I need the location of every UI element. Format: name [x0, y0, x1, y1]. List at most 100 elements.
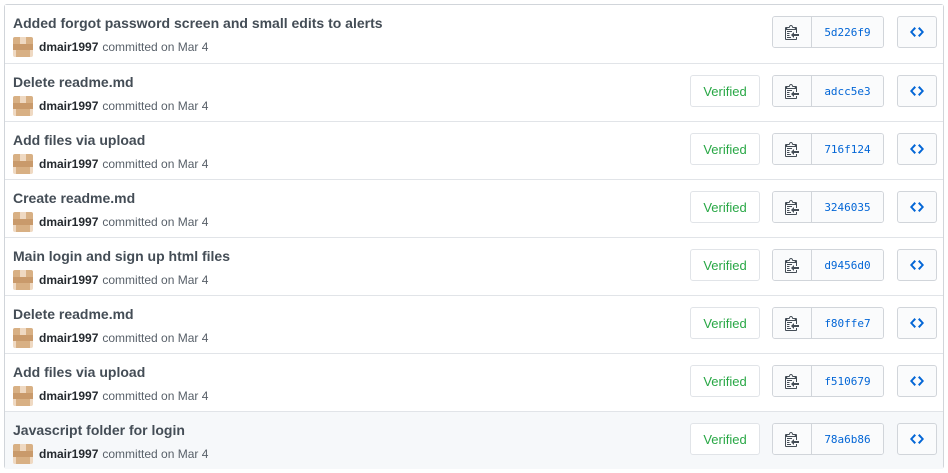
- sha-button-group: f80ffe7: [772, 307, 884, 339]
- browse-repo-button[interactable]: [897, 307, 937, 339]
- author-avatar[interactable]: [13, 328, 33, 348]
- author-avatar[interactable]: [13, 154, 33, 174]
- code-icon: [910, 144, 924, 154]
- author-avatar[interactable]: [13, 444, 33, 464]
- commit-message-link[interactable]: Delete readme.md: [13, 74, 134, 90]
- clippy-icon: [785, 142, 799, 157]
- commit-message-link[interactable]: Javascript folder for login: [13, 422, 185, 438]
- code-icon: [910, 376, 924, 386]
- commit-meta: dmair1997 committed on Mar 4: [13, 154, 208, 174]
- sha-button-group: adcc5e3: [772, 75, 884, 107]
- clippy-icon: [785, 258, 799, 273]
- author-link[interactable]: dmair1997: [39, 331, 98, 345]
- author-link[interactable]: dmair1997: [39, 99, 98, 113]
- commit-row: Delete readme.md dmair1997 committed on …: [5, 63, 943, 121]
- commit-meta: dmair1997 committed on Mar 4: [13, 444, 208, 464]
- commit-row: Main login and sign up html files dmair1…: [5, 237, 943, 295]
- commit-meta: dmair1997 committed on Mar 4: [13, 96, 208, 116]
- code-icon: [910, 260, 924, 270]
- author-link[interactable]: dmair1997: [39, 40, 98, 54]
- commit-sha-link[interactable]: f510679: [812, 366, 883, 396]
- commit-date: committed on Mar 4: [102, 40, 209, 54]
- commit-message-link[interactable]: Add files via upload: [13, 132, 145, 148]
- commit-sha-link[interactable]: 3246035: [812, 192, 883, 222]
- sha-button-group: 5d226f9: [772, 16, 884, 48]
- author-link[interactable]: dmair1997: [39, 273, 98, 287]
- copy-sha-button[interactable]: [773, 76, 812, 106]
- code-icon: [910, 27, 924, 37]
- commit-date: committed on Mar 4: [102, 331, 209, 345]
- commit-meta: dmair1997 committed on Mar 4: [13, 328, 208, 348]
- commit-sha-link[interactable]: d9456d0: [812, 250, 883, 280]
- clippy-icon: [785, 200, 799, 215]
- commit-sha-link[interactable]: 716f124: [812, 134, 883, 164]
- verified-badge[interactable]: Verified: [690, 307, 760, 339]
- commit-row: Added forgot password screen and small e…: [5, 5, 943, 63]
- clippy-icon: [785, 374, 799, 389]
- code-icon: [910, 318, 924, 328]
- commit-sha-link[interactable]: adcc5e3: [812, 76, 883, 106]
- copy-sha-button[interactable]: [773, 192, 812, 222]
- commit-sha-link[interactable]: 78a6b86: [812, 424, 883, 454]
- author-avatar[interactable]: [13, 96, 33, 116]
- browse-repo-button[interactable]: [897, 75, 937, 107]
- commit-date: committed on Mar 4: [102, 447, 209, 461]
- copy-sha-button[interactable]: [773, 250, 812, 280]
- commit-row: Delete readme.md dmair1997 committed on …: [5, 295, 943, 353]
- commit-meta: dmair1997 committed on Mar 4: [13, 270, 208, 290]
- commit-date: committed on Mar 4: [102, 157, 209, 171]
- clippy-icon: [785, 25, 799, 40]
- verified-badge[interactable]: Verified: [690, 365, 760, 397]
- clippy-icon: [785, 316, 799, 331]
- browse-repo-button[interactable]: [897, 249, 937, 281]
- commit-meta: dmair1997 committed on Mar 4: [13, 386, 208, 406]
- clippy-icon: [785, 84, 799, 99]
- commit-message-link[interactable]: Delete readme.md: [13, 306, 134, 322]
- verified-badge[interactable]: Verified: [690, 75, 760, 107]
- verified-badge[interactable]: Verified: [690, 423, 760, 455]
- browse-repo-button[interactable]: [897, 133, 937, 165]
- author-link[interactable]: dmair1997: [39, 157, 98, 171]
- commit-meta: dmair1997 committed on Mar 4: [13, 212, 208, 232]
- sha-button-group: 716f124: [772, 133, 884, 165]
- clippy-icon: [785, 432, 799, 447]
- commit-row: Add files via upload dmair1997 committed…: [5, 121, 943, 179]
- author-link[interactable]: dmair1997: [39, 215, 98, 229]
- browse-repo-button[interactable]: [897, 365, 937, 397]
- commit-sha-link[interactable]: 5d226f9: [812, 17, 883, 47]
- commit-message-link[interactable]: Create readme.md: [13, 190, 135, 206]
- code-icon: [910, 434, 924, 444]
- verified-badge[interactable]: Verified: [690, 191, 760, 223]
- commit-message-link[interactable]: Main login and sign up html files: [13, 248, 230, 264]
- author-avatar[interactable]: [13, 212, 33, 232]
- browse-repo-button[interactable]: [897, 16, 937, 48]
- code-icon: [910, 86, 924, 96]
- copy-sha-button[interactable]: [773, 424, 812, 454]
- browse-repo-button[interactable]: [897, 423, 937, 455]
- author-link[interactable]: dmair1997: [39, 389, 98, 403]
- sha-button-group: 78a6b86: [772, 423, 884, 455]
- author-avatar[interactable]: [13, 37, 33, 57]
- copy-sha-button[interactable]: [773, 17, 812, 47]
- commit-date: committed on Mar 4: [102, 389, 209, 403]
- copy-sha-button[interactable]: [773, 366, 812, 396]
- commit-date: committed on Mar 4: [102, 215, 209, 229]
- sha-button-group: 3246035: [772, 191, 884, 223]
- commit-list: Added forgot password screen and small e…: [4, 4, 944, 469]
- commit-date: committed on Mar 4: [102, 99, 209, 113]
- author-link[interactable]: dmair1997: [39, 447, 98, 461]
- commit-message-link[interactable]: Add files via upload: [13, 364, 145, 380]
- author-avatar[interactable]: [13, 386, 33, 406]
- copy-sha-button[interactable]: [773, 308, 812, 338]
- author-avatar[interactable]: [13, 270, 33, 290]
- commit-row: Create readme.md dmair1997 committed on …: [5, 179, 943, 237]
- browse-repo-button[interactable]: [897, 191, 937, 223]
- commit-message-link[interactable]: Added forgot password screen and small e…: [13, 15, 383, 31]
- sha-button-group: f510679: [772, 365, 884, 397]
- commit-row: Add files via upload dmair1997 committed…: [5, 353, 943, 411]
- commit-sha-link[interactable]: f80ffe7: [812, 308, 883, 338]
- code-icon: [910, 202, 924, 212]
- copy-sha-button[interactable]: [773, 134, 812, 164]
- verified-badge[interactable]: Verified: [690, 133, 760, 165]
- verified-badge[interactable]: Verified: [690, 249, 760, 281]
